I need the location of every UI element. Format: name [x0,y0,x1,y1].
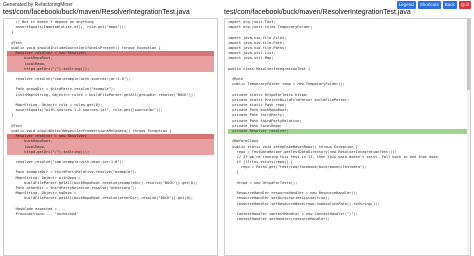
left-code-lines: // But it doesn't depend on anything ass… [4,19,217,218]
right-code-lines: import org.junit.Test; import org.junit.r… [225,19,470,223]
right-file-title: test/com/facebook/buck/maven/ResolverInt… [224,9,411,16]
code-line: List<Map<String, Object>> rules = buildF… [7,92,196,97]
right-scrollbar[interactable] [467,19,470,255]
left-file-title: test/com/facebook/buck/maven/ResolverInt… [3,9,190,16]
generated-by-label: Generated by RefactoringMiner [3,2,73,8]
right-scrollbar-thumb[interactable] [467,19,470,90]
back-button[interactable]: Back [442,1,457,9]
code-line: contextHandler.setHandler(resourceHandle… [228,217,330,222]
shortcuts-button[interactable]: Shortcuts [417,1,441,9]
right-code-pane[interactable]: import org.junit.Test; import org.junit.r… [224,18,471,256]
code-line: buildFileParser.getAll(buckRepoRoot.reso… [7,196,194,201]
header-buttons: Legend Shortcuts Back Quit [396,1,471,9]
quit-button[interactable]: Quit [458,1,471,9]
legend-button[interactable]: Legend [396,1,416,9]
code-line: Preconditions.... "unchecked" [7,211,79,216]
left-code-pane[interactable]: // But it doesn't depend on anything ass… [3,18,218,256]
